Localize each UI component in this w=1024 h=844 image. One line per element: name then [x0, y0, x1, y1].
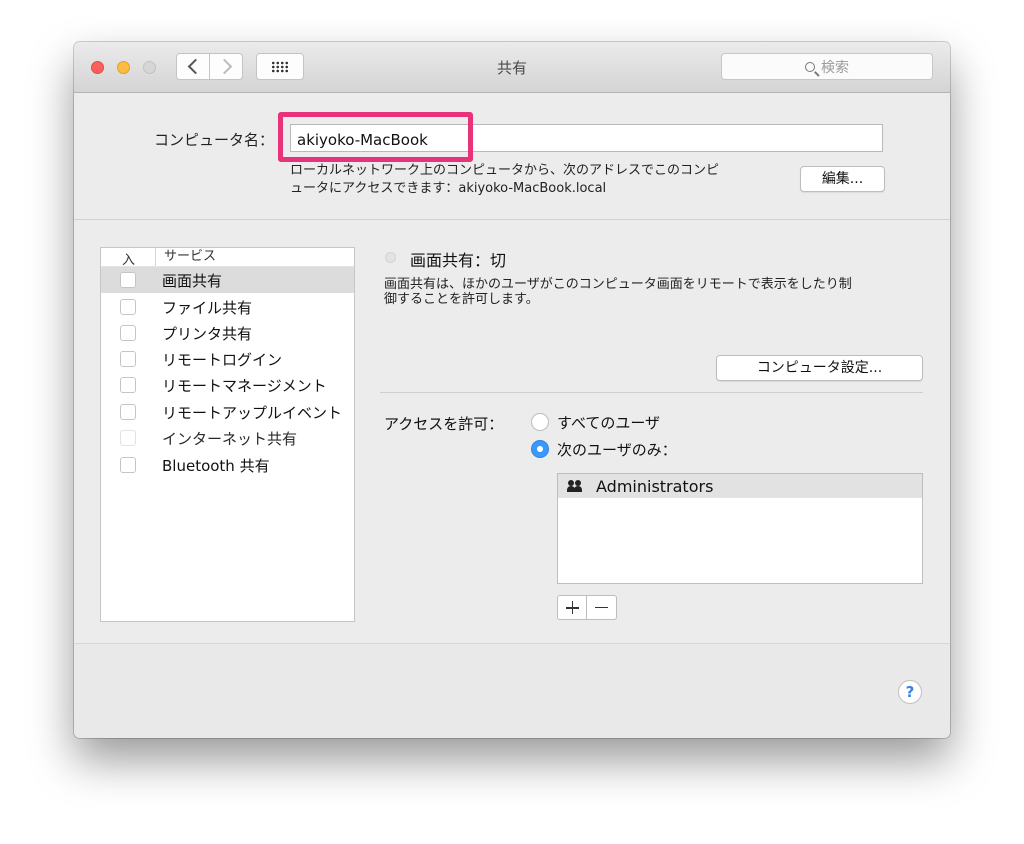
service-label: ファイル共有 — [162, 299, 253, 317]
search-placeholder: 検索 — [821, 59, 849, 76]
service-row-file-sharing[interactable]: ファイル共有 — [101, 294, 354, 320]
user-name: Administrators — [596, 477, 714, 496]
radio-only-these-users[interactable] — [531, 440, 549, 458]
service-checkbox[interactable] — [120, 377, 136, 393]
services-list-header: 入 サービス — [101, 248, 354, 268]
address-note-line2: ュータにアクセスできます：akiyoko-MacBook.local — [290, 181, 607, 196]
service-row-remote-management[interactable]: リモートマネージメント — [101, 372, 354, 398]
computer-settings-button[interactable]: コンピュータ設定... — [716, 355, 923, 381]
status-indicator-icon — [385, 252, 396, 263]
service-row-screen-sharing[interactable]: 画面共有 — [101, 267, 354, 293]
address-note: ローカルネットワーク上のコンピュータから、次のアドレスでこのコンピ ュータにアク… — [290, 162, 790, 198]
service-row-internet-sharing[interactable]: インターネット共有 — [101, 425, 354, 451]
sharing-window: 共有 検索 コンピュータ名： akiyoko-MacBook ローカルネットワー… — [74, 42, 950, 738]
header-on: 入 — [122, 253, 136, 268]
radio-all-users-label[interactable]: すべてのユーザ — [557, 412, 660, 433]
services-list: 入 サービス 画面共有 ファイル共有 プリンタ共有 リモートログイン リモートマ… — [100, 247, 355, 622]
service-checkbox[interactable] — [120, 325, 136, 341]
help-button[interactable]: ? — [898, 680, 922, 704]
minus-icon — [595, 606, 608, 609]
search-field[interactable]: 検索 — [721, 53, 933, 80]
service-label: 画面共有 — [162, 272, 223, 290]
service-description-line1: 画面共有は、ほかのユーザがこのコンピュータ画面をリモートで表示をしたり制 — [384, 277, 852, 292]
annotation-highlight-box — [278, 112, 473, 162]
service-label: リモートログイン — [162, 351, 283, 369]
computer-name-section — [74, 93, 950, 220]
title-bar: 共有 検索 — [74, 42, 950, 93]
users-list: Administrators — [557, 473, 923, 584]
bottom-bar — [74, 643, 950, 738]
service-checkbox[interactable] — [120, 272, 136, 288]
service-label: リモートアップルイベント — [162, 404, 343, 422]
search-icon — [805, 61, 815, 72]
address-note-line1: ローカルネットワーク上のコンピュータから、次のアドレスでこのコンピ — [290, 163, 720, 178]
radio-only-these-users-label[interactable]: 次のユーザのみ： — [557, 439, 677, 460]
service-checkbox[interactable] — [120, 351, 136, 367]
service-row-printer-sharing[interactable]: プリンタ共有 — [101, 320, 354, 346]
radio-all-users[interactable] — [531, 413, 549, 431]
service-checkbox[interactable] — [120, 299, 136, 315]
edit-button[interactable]: 編集... — [800, 166, 885, 192]
add-user-button[interactable] — [557, 595, 587, 620]
service-row-bluetooth-sharing[interactable]: Bluetooth 共有 — [101, 452, 354, 478]
user-row-administrators[interactable]: Administrators — [558, 474, 922, 498]
service-description: 画面共有は、ほかのユーザがこのコンピュータ画面をリモートで表示をしたり制 御する… — [384, 277, 924, 307]
remove-user-button[interactable] — [586, 595, 617, 620]
header-service: サービス — [155, 248, 216, 266]
plus-icon — [565, 601, 579, 614]
users-group-icon — [567, 480, 583, 492]
service-label: インターネット共有 — [162, 430, 298, 448]
service-label: リモートマネージメント — [162, 377, 327, 395]
service-description-line2: 御することを許可します。 — [384, 292, 539, 307]
access-label: アクセスを許可： — [384, 415, 504, 433]
service-row-remote-apple-events[interactable]: リモートアップルイベント — [101, 399, 354, 425]
service-checkbox[interactable] — [120, 457, 136, 473]
service-status: 画面共有：切 — [410, 251, 507, 270]
service-label: プリンタ共有 — [162, 325, 253, 343]
divider — [380, 392, 923, 393]
service-label: Bluetooth 共有 — [162, 457, 270, 475]
service-checkbox[interactable] — [120, 404, 136, 420]
service-row-remote-login[interactable]: リモートログイン — [101, 346, 354, 372]
service-checkbox[interactable] — [120, 430, 136, 446]
computer-name-label: コンピュータ名： — [153, 131, 274, 149]
